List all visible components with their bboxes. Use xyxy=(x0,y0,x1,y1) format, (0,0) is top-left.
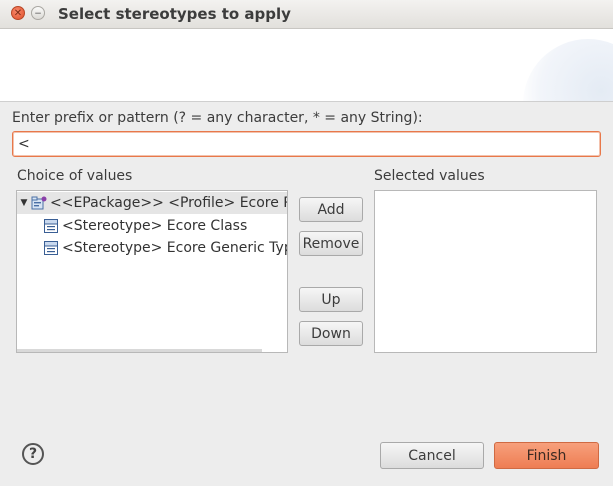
minimize-icon[interactable]: − xyxy=(31,6,45,20)
cancel-button[interactable]: Cancel xyxy=(380,442,484,469)
choice-of-values-label: Choice of values xyxy=(17,168,133,184)
banner-decoration xyxy=(523,39,613,101)
tree-item-profile[interactable]: ▼ <<EPackage>> <Profile> Ecore Profi xyxy=(17,192,287,214)
tree-item-label: <Stereotype> Ecore Class xyxy=(62,218,248,234)
stereotype-icon xyxy=(44,241,58,255)
selected-values-list[interactable] xyxy=(374,190,597,353)
tree-item-label: <<EPackage>> <Profile> Ecore Profi xyxy=(50,195,288,211)
window-title: Select stereotypes to apply xyxy=(58,5,291,23)
selected-values-label: Selected values xyxy=(374,168,485,184)
down-button[interactable]: Down xyxy=(299,321,363,346)
filter-prompt-label: Enter prefix or pattern (? = any charact… xyxy=(12,110,423,126)
dialog-banner xyxy=(0,29,613,102)
remove-button[interactable]: Remove xyxy=(299,231,363,256)
help-icon[interactable]: ? xyxy=(22,443,44,465)
close-icon[interactable]: ✕ xyxy=(11,6,25,20)
tree-item-label: <Stereotype> Ecore Generic Type xyxy=(62,240,288,256)
filter-input[interactable] xyxy=(12,131,601,157)
add-button[interactable]: Add xyxy=(299,197,363,222)
finish-button[interactable]: Finish xyxy=(494,442,599,469)
expand-arrow-icon[interactable]: ▼ xyxy=(18,192,30,214)
stereotype-icon xyxy=(44,219,58,233)
choice-tree[interactable]: ▼ <<EPackage>> <Profile> Ecore Profi <St… xyxy=(16,190,288,353)
up-button[interactable]: Up xyxy=(299,287,363,312)
package-profile-icon xyxy=(31,196,47,210)
title-bar: ✕ − Select stereotypes to apply xyxy=(0,0,613,29)
horizontal-scrollbar[interactable] xyxy=(17,349,262,352)
